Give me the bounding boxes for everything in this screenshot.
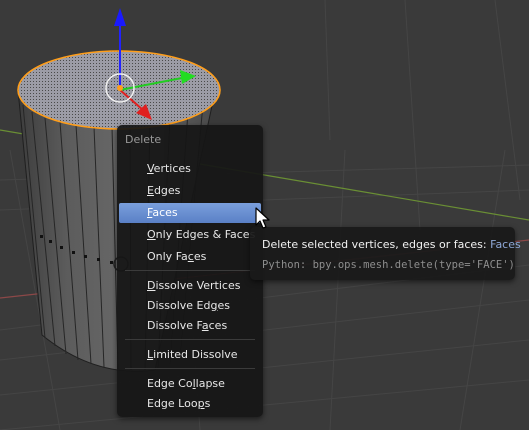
menu-separator <box>125 270 255 271</box>
menu-separator <box>125 339 255 340</box>
menu-title: Delete <box>125 133 162 146</box>
menu-item-dissolve-vertices[interactable]: Dissolve Vertices <box>119 276 261 296</box>
mouse-pointer-icon <box>255 207 273 231</box>
pivot-point-icon <box>117 85 123 91</box>
menu-separator <box>125 368 255 369</box>
tooltip-python: Python: bpy.ops.mesh.delete(type='FACE') <box>262 259 515 271</box>
menu-item-edge-collapse[interactable]: Edge Collapse <box>119 374 261 394</box>
menu-item-dissolve-edges[interactable]: Dissolve Edges <box>119 296 261 316</box>
menu-item-edges[interactable]: Edges <box>119 181 261 201</box>
menu-item-only-faces[interactable]: Only Faces <box>119 247 261 267</box>
menu-item-dissolve-faces[interactable]: Dissolve Faces <box>119 316 261 336</box>
menu-item-edge-loops[interactable]: Edge Loops <box>119 394 261 414</box>
delete-menu: Delete Vertices Edges Faces Only Edges &… <box>117 125 263 417</box>
tooltip: Delete selected vertices, edges or faces… <box>250 227 521 280</box>
tooltip-value: Faces <box>490 238 521 251</box>
menu-item-vertices[interactable]: Vertices <box>119 159 261 179</box>
tooltip-description: Delete selected vertices, edges or faces… <box>262 238 521 251</box>
menu-item-only-edges-faces[interactable]: Only Edges & Faces <box>119 225 261 245</box>
menu-item-faces[interactable]: Faces <box>119 203 261 223</box>
menu-item-limited-dissolve[interactable]: Limited Dissolve <box>119 345 261 365</box>
